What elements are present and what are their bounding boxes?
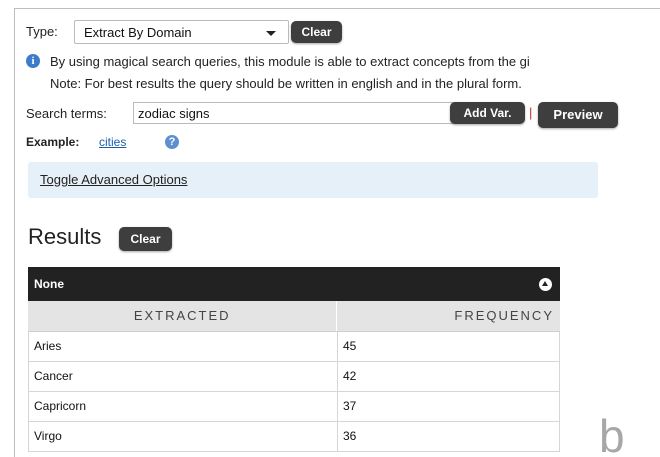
add-var-button[interactable]: Add Var. (450, 102, 525, 124)
results-table: None EXTRACTED FREQUENCY Aries 45 Cancer… (28, 267, 560, 452)
chevron-down-icon (266, 31, 276, 36)
table-row[interactable]: Aries 45 (28, 332, 560, 362)
figure-panel-label: b (599, 410, 625, 457)
clear-results-button[interactable]: Clear (119, 227, 172, 251)
table-row[interactable]: Capricorn 37 (28, 392, 560, 422)
preview-button[interactable]: Preview (538, 102, 618, 128)
type-select-value: Extract By Domain (84, 25, 192, 40)
cell-extracted: Aries (28, 332, 338, 361)
table-row[interactable]: Virgo 36 (28, 422, 560, 452)
help-icon[interactable]: ? (165, 135, 179, 149)
group-title: None (34, 277, 64, 291)
info-line-1: By using magical search queries, this mo… (50, 54, 530, 69)
example-label: Example: (26, 135, 80, 149)
info-line-2: Note: For best results the query should … (50, 76, 522, 91)
module-frame: Type: Extract By Domain Clear i By using… (14, 8, 660, 457)
type-label: Type: (26, 24, 58, 39)
cell-frequency: 45 (338, 332, 560, 361)
cell-frequency: 36 (338, 422, 560, 451)
type-select[interactable]: Extract By Domain (74, 20, 289, 44)
search-terms-input[interactable] (133, 102, 456, 124)
clear-type-button[interactable]: Clear (291, 21, 342, 43)
button-separator: | (529, 105, 533, 120)
cell-extracted: Cancer (28, 362, 338, 391)
toggle-advanced-options-link[interactable]: Toggle Advanced Options (40, 172, 187, 187)
cell-frequency: 42 (338, 362, 560, 391)
table-column-headers: EXTRACTED FREQUENCY (28, 301, 560, 332)
collapse-icon[interactable] (539, 278, 552, 291)
example-link-cities[interactable]: cities (99, 135, 126, 149)
table-row[interactable]: Cancer 42 (28, 362, 560, 392)
results-title: Results (28, 224, 102, 249)
cell-extracted: Capricorn (28, 392, 338, 421)
cell-extracted: Virgo (28, 422, 338, 451)
info-icon: i (26, 54, 40, 68)
results-group-header[interactable]: None (28, 267, 560, 301)
column-header-frequency[interactable]: FREQUENCY (337, 301, 560, 331)
search-terms-label: Search terms: (26, 106, 107, 121)
cell-frequency: 37 (338, 392, 560, 421)
column-header-extracted[interactable]: EXTRACTED (28, 301, 338, 331)
advanced-options-panel: Toggle Advanced Options (28, 162, 598, 198)
